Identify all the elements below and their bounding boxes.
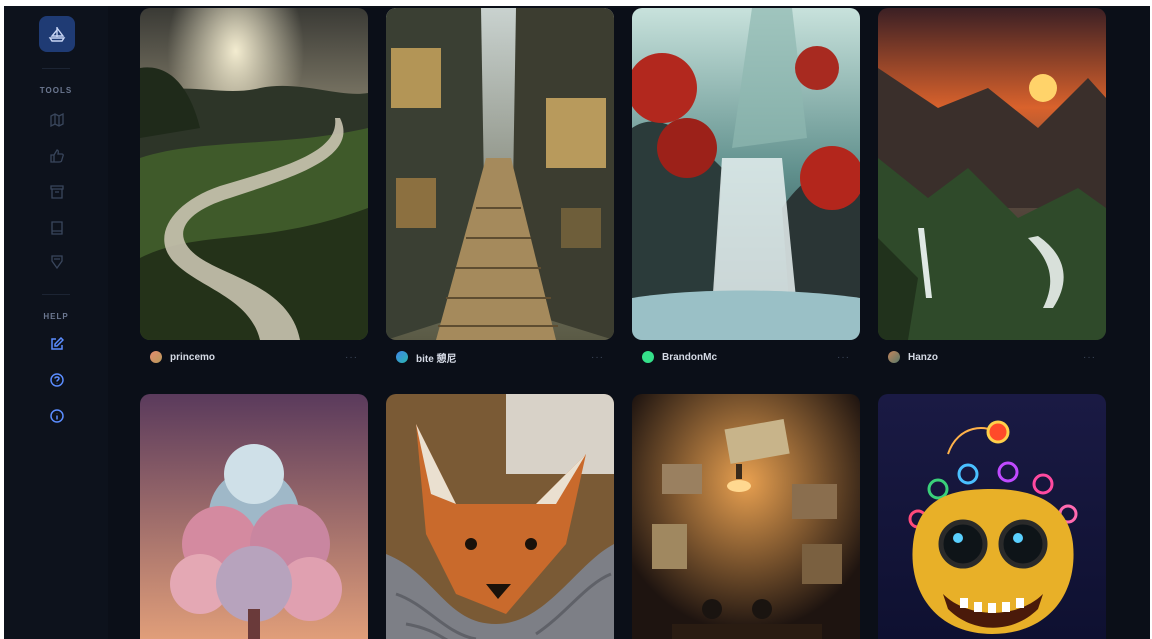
gallery-card[interactable] (632, 394, 860, 639)
more-options-icon[interactable]: ··· (345, 352, 358, 363)
card-meta: Hanzo ··· (878, 346, 1106, 368)
info-icon[interactable] (47, 406, 67, 426)
thumbs-up-icon[interactable] (47, 146, 67, 166)
gallery-card[interactable]: Hanzo ··· (878, 8, 1106, 363)
more-options-icon[interactable]: ··· (1083, 352, 1096, 363)
more-options-icon[interactable]: ··· (837, 352, 850, 363)
fox-image[interactable] (386, 394, 614, 639)
sidebar-divider (42, 294, 70, 295)
sailboat-logo-icon (48, 27, 66, 42)
tools-section-label: TOOLS (39, 86, 73, 95)
help-circle-icon[interactable] (47, 370, 67, 390)
gallery-card[interactable]: bite 憩尼 ··· (386, 8, 614, 365)
bookmark-icon[interactable] (47, 252, 67, 272)
map-icon[interactable] (47, 110, 67, 130)
gallery-card[interactable] (140, 394, 368, 639)
library-room-image[interactable] (632, 394, 860, 639)
sidebar-divider (42, 68, 70, 69)
avatar[interactable] (396, 351, 408, 363)
gallery-card[interactable]: BrandonMc ··· (632, 8, 860, 363)
author-name[interactable]: Hanzo (908, 352, 938, 363)
sidebar: TOOLS HELP (4, 6, 108, 639)
help-section-label: HELP (43, 312, 69, 321)
more-options-icon[interactable]: ··· (591, 352, 604, 363)
author-name[interactable]: bite 憩尼 (416, 350, 457, 365)
avatar[interactable] (642, 351, 654, 363)
card-meta: BrandonMc ··· (632, 346, 860, 368)
neon-monster-image[interactable] (878, 394, 1106, 639)
card-meta: bite 憩尼 ··· (386, 346, 614, 368)
waterfall-image[interactable] (632, 8, 860, 340)
gallery-card[interactable] (386, 394, 614, 639)
archive-icon[interactable] (47, 182, 67, 202)
gallery-card[interactable]: princemo ··· (140, 8, 368, 363)
cloud-tree-image[interactable] (140, 394, 368, 639)
app-window: TOOLS HELP princemo ··· bite 憩尼 ··· Bran… (4, 6, 1150, 639)
author-name[interactable]: BrandonMc (662, 352, 717, 363)
author-name[interactable]: princemo (170, 352, 215, 363)
avatar[interactable] (888, 351, 900, 363)
home-button[interactable] (39, 16, 75, 52)
alley-stairs-image[interactable] (386, 8, 614, 340)
avatar[interactable] (150, 351, 162, 363)
card-meta: princemo ··· (140, 346, 368, 368)
edit-icon[interactable] (47, 334, 67, 354)
gallery-card[interactable] (878, 394, 1106, 639)
mountain-sunset-image[interactable] (878, 8, 1106, 340)
book-icon[interactable] (47, 218, 67, 238)
river-landscape-image[interactable] (140, 8, 368, 340)
